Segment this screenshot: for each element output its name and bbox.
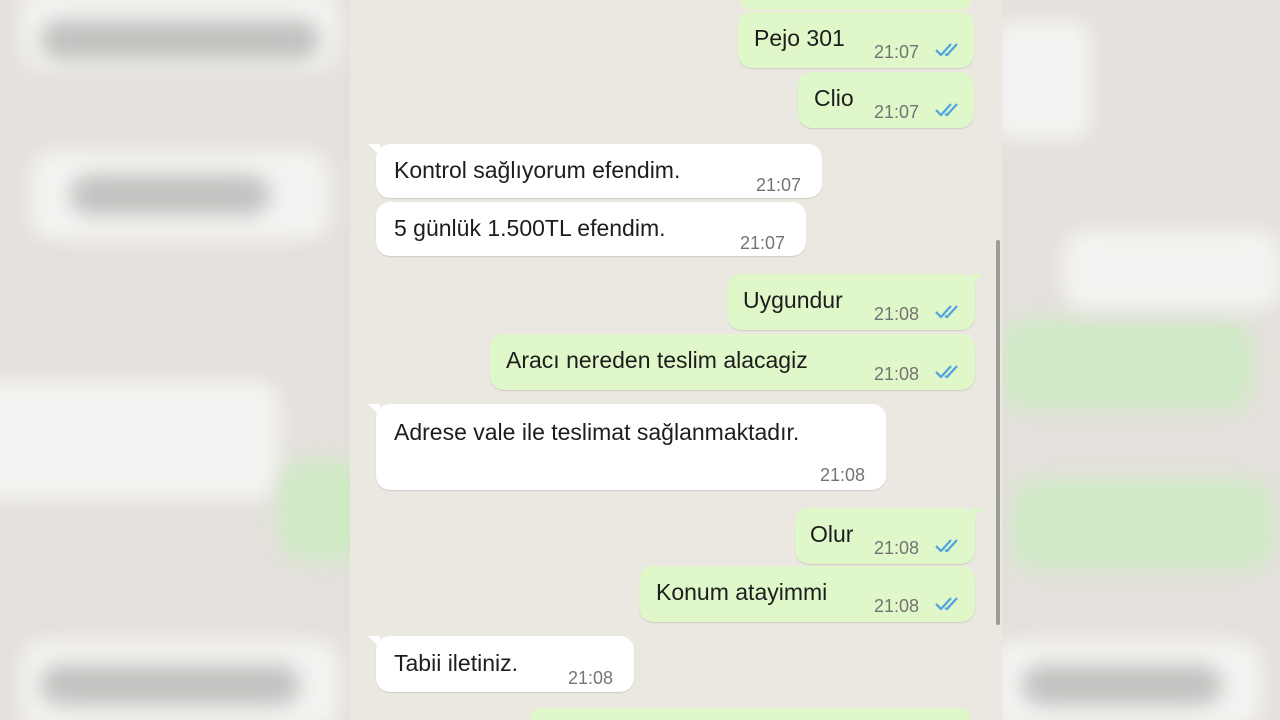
message-text: Uygundur bbox=[743, 287, 843, 313]
message-text: Konum atayimmi bbox=[656, 579, 828, 605]
message-time: 21:07 bbox=[756, 175, 802, 195]
message-time: 21:07 bbox=[740, 233, 786, 253]
message-time: 21:08 bbox=[874, 596, 920, 616]
scrollbar[interactable] bbox=[996, 240, 1000, 625]
message-text: Aracı nereden teslim alacagiz bbox=[506, 347, 808, 373]
message-text: Adrese vale ile teslimat sağlanmaktadır. bbox=[394, 419, 800, 445]
double-check-icon bbox=[934, 595, 964, 611]
outgoing-message[interactable]: Olur 21:08 bbox=[795, 508, 983, 564]
message-time: 21:08 bbox=[820, 465, 866, 485]
blurred-background-right bbox=[1002, 0, 1280, 720]
double-check-icon bbox=[934, 41, 964, 57]
double-check-icon bbox=[934, 537, 964, 553]
blurred-background-left bbox=[0, 0, 350, 720]
incoming-message[interactable]: Kontrol sağlıyorum efendim. 21:07 bbox=[368, 144, 822, 198]
message-time: 21:07 bbox=[874, 102, 920, 122]
message-text: Tabii iletiniz. bbox=[394, 650, 518, 676]
message-time: 21:08 bbox=[568, 668, 614, 688]
screenshot-stage: Pejo 301 21:07 Clio 21:07 Kontrol sağlıy… bbox=[0, 0, 1280, 720]
message-time: 21:08 bbox=[874, 364, 920, 384]
message-text: Kontrol sağlıyorum efendim. bbox=[394, 157, 681, 183]
message-time: 21:08 bbox=[874, 538, 920, 558]
outgoing-message[interactable]: Konum atayimmi 21:08 bbox=[639, 566, 975, 622]
outgoing-message[interactable]: Aracı nereden teslim alacagiz 21:08 bbox=[490, 334, 975, 390]
incoming-message[interactable]: Adrese vale ile teslimat sağlanmaktadır.… bbox=[368, 404, 886, 490]
message-text: Olur bbox=[810, 521, 854, 547]
outgoing-message[interactable]: Pejo 301 21:07 bbox=[738, 12, 974, 68]
message-time: 21:07 bbox=[874, 42, 920, 62]
partial-message-top bbox=[740, 0, 972, 10]
message-text: Clio bbox=[814, 85, 854, 111]
outgoing-message[interactable]: Clio 21:07 bbox=[798, 72, 974, 128]
outgoing-message[interactable]: Uygundur 21:08 bbox=[727, 274, 983, 330]
incoming-message[interactable]: Tabii iletiniz. 21:08 bbox=[368, 636, 634, 692]
incoming-message[interactable]: 5 günlük 1.500TL efendim. 21:07 bbox=[376, 202, 806, 256]
message-text: 5 günlük 1.500TL efendim. bbox=[394, 215, 666, 241]
double-check-icon bbox=[934, 363, 964, 379]
message-text: Pejo 301 bbox=[754, 25, 845, 51]
partial-message-bottom bbox=[530, 708, 970, 720]
double-check-icon bbox=[934, 303, 964, 319]
double-check-icon bbox=[934, 101, 964, 117]
message-time: 21:08 bbox=[874, 304, 920, 324]
